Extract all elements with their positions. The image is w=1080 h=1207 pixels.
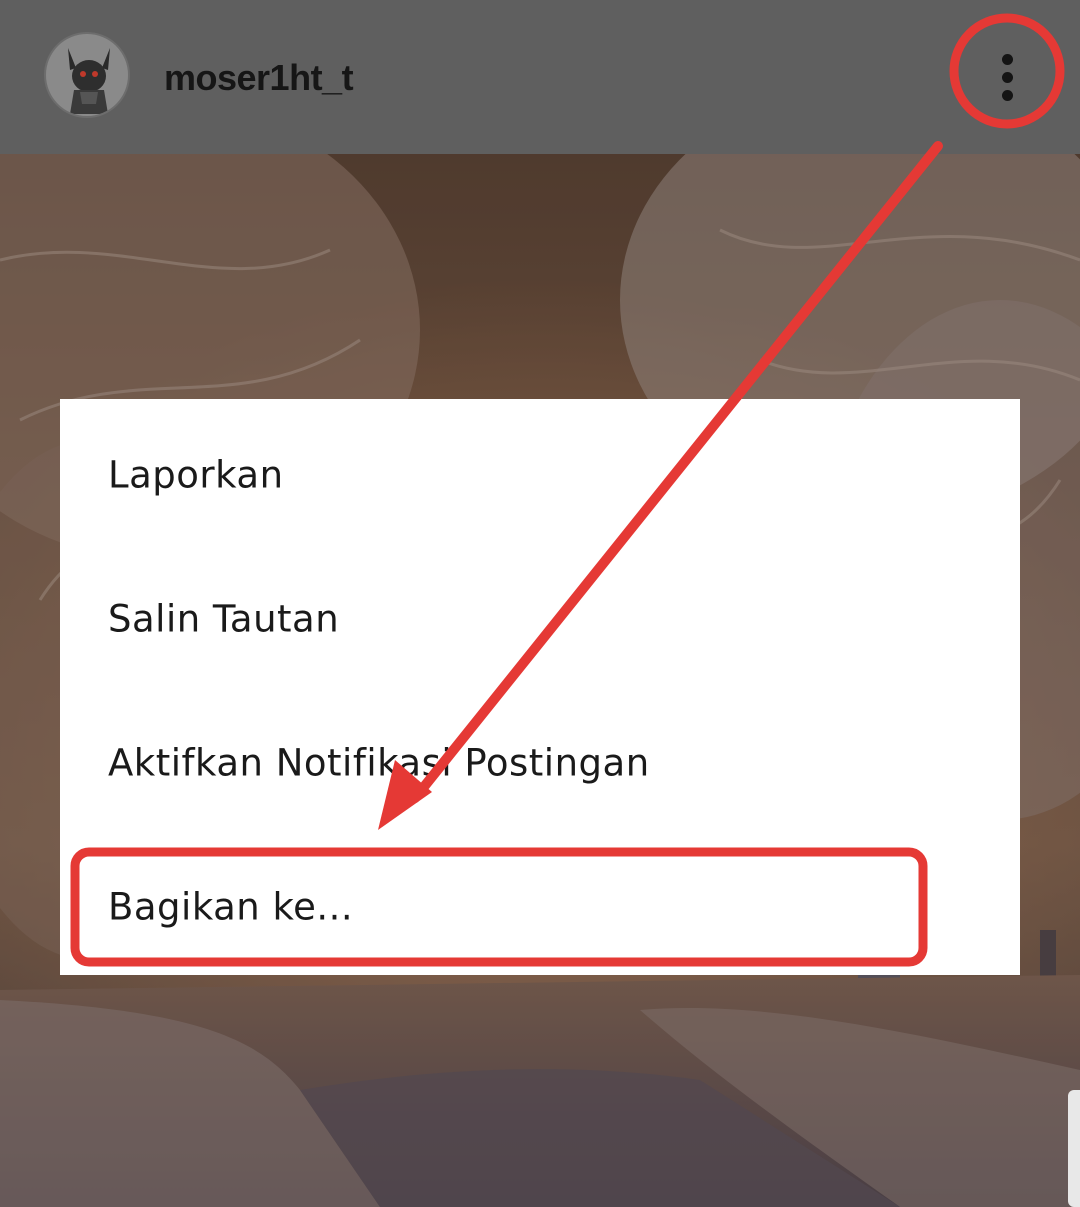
menu-item-share-to[interactable]: Bagikan ke... [60,835,1020,979]
vertical-ellipsis-icon-dot [1002,90,1013,101]
post-header: moser1ht_t [0,0,1080,154]
demon-avatar-icon [46,34,128,116]
vertical-ellipsis-icon-dot [1002,72,1013,83]
options-menu: Laporkan Salin Tautan Aktifkan Notifikas… [60,399,1020,975]
menu-item-label: Aktifkan Notifikasi Postingan [108,741,650,785]
menu-item-label: Bagikan ke... [108,885,354,929]
menu-item-report[interactable]: Laporkan [60,403,1020,547]
menu-item-copy-link[interactable]: Salin Tautan [60,547,1020,691]
user-avatar[interactable] [44,32,130,118]
menu-item-label: Salin Tautan [108,597,340,641]
post-screen: moser1ht_t Laporkan Salin Tautan Aktifka… [0,0,1080,1207]
menu-item-turn-on-post-notifications[interactable]: Aktifkan Notifikasi Postingan [60,691,1020,835]
vertical-ellipsis-icon [1002,54,1013,65]
scroll-edge [1068,1090,1080,1207]
more-options-button[interactable] [962,28,1054,124]
username-label[interactable]: moser1ht_t [164,56,354,100]
menu-item-label: Laporkan [108,453,284,497]
